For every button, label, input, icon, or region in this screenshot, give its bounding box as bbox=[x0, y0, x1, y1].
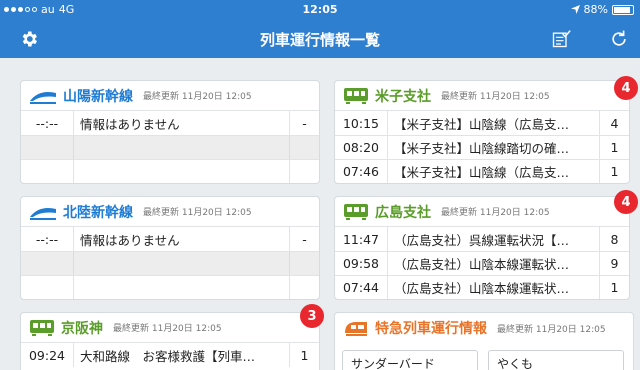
train-icon bbox=[344, 87, 368, 104]
info-table: 11:47 （広島支社）呉線運転状況【… 8 09:58 （広島支社）山陰本線運… bbox=[335, 227, 629, 299]
row-count: 4 bbox=[599, 111, 629, 135]
express-train-icon bbox=[345, 322, 367, 336]
table-row[interactable]: 09:24 大和路線 お客様救護【列車… 1 bbox=[21, 343, 319, 367]
row-text: （広島支社）呉線運転状況【… bbox=[387, 227, 599, 251]
table-row[interactable]: 07:44 （広島支社）山陰本線運転状… 1 bbox=[335, 275, 629, 299]
row-text: （広島支社）山陰本線運転状… bbox=[387, 252, 599, 275]
card-yonago[interactable]: 米子支社 最終更新 11月20日 12:05 10:15 【米子支社】山陰線（広… bbox=[334, 80, 630, 184]
status-bar: au 4G 12:05 88% bbox=[0, 0, 640, 20]
card-header: 山陽新幹線 最終更新 11月20日 12:05 bbox=[21, 81, 319, 111]
status-right: 88% bbox=[570, 3, 634, 16]
card-title: 特急列車運行情報 bbox=[375, 321, 487, 337]
row-time: --:-- bbox=[35, 231, 59, 247]
table-row[interactable]: 09:58 （広島支社）山陰本線運転状… 9 bbox=[335, 251, 629, 275]
table-row-empty bbox=[21, 251, 319, 275]
last-updated: 最終更新 11月20日 12:05 bbox=[113, 324, 222, 334]
row-count: 1 bbox=[599, 160, 629, 183]
card-sanyo[interactable]: 山陽新幹線 最終更新 11月20日 12:05 --:-- 情報はありません - bbox=[20, 80, 320, 184]
row-time: 09:24 bbox=[28, 347, 66, 363]
card-header: 米子支社 最終更新 11月20日 12:05 bbox=[335, 81, 629, 111]
last-updated: 最終更新 11月20日 12:05 bbox=[441, 92, 550, 102]
info-table: 09:24 大和路線 お客様救護【列車… 1 bbox=[21, 343, 319, 367]
row-text: 情報はありません bbox=[73, 111, 289, 135]
table-row[interactable]: 07:46 【米子支社】山陰線（広島支… 1 bbox=[335, 159, 629, 183]
table-row-empty bbox=[21, 135, 319, 159]
table-row[interactable]: --:-- 情報はありません - bbox=[21, 111, 319, 135]
express-item-thunderbird[interactable]: サンダーバード bbox=[342, 350, 478, 370]
row-text: 【米子支社】山陰線（広島支… bbox=[387, 160, 599, 183]
row-text: 【米子支社】山陰線（広島支… bbox=[387, 111, 599, 135]
status-time: 12:05 bbox=[302, 3, 338, 16]
table-row-empty bbox=[21, 275, 319, 299]
card-header: 特急列車運行情報 最終更新 11月20日 12:05 bbox=[335, 313, 633, 343]
card-hokuriku[interactable]: 北陸新幹線 最終更新 11月20日 12:05 --:-- 情報はありません - bbox=[20, 196, 320, 300]
train-icon bbox=[30, 319, 54, 336]
card-header: 広島支社 最終更新 11月20日 12:05 bbox=[335, 197, 629, 227]
row-text: （広島支社）山陰本線運転状… bbox=[387, 276, 599, 299]
row-count: 1 bbox=[599, 276, 629, 299]
card-title: 北陸新幹線 bbox=[63, 204, 133, 221]
checklist-icon[interactable] bbox=[548, 26, 574, 52]
row-time: 08:20 bbox=[342, 140, 380, 155]
row-time: 07:46 bbox=[342, 164, 380, 179]
shinkansen-icon bbox=[30, 207, 56, 220]
row-time: 11:47 bbox=[342, 231, 380, 247]
row-count: 1 bbox=[289, 343, 319, 367]
table-row[interactable]: 08:20 【米子支社】山陰線踏切の確… 1 bbox=[335, 135, 629, 159]
row-text: 情報はありません bbox=[73, 227, 289, 251]
notification-badge: 4 bbox=[614, 190, 638, 214]
card-header: 京阪神 最終更新 11月20日 12:05 bbox=[21, 313, 319, 343]
row-text: 大和路線 お客様救護【列車… bbox=[73, 343, 289, 367]
row-time: --:-- bbox=[35, 115, 59, 131]
notification-badge: 4 bbox=[614, 76, 638, 100]
info-table: 10:15 【米子支社】山陰線（広島支… 4 08:20 【米子支社】山陰線踏切… bbox=[335, 111, 629, 183]
row-time: 09:58 bbox=[342, 256, 380, 271]
table-row[interactable]: --:-- 情報はありません - bbox=[21, 227, 319, 251]
card-header: 北陸新幹線 最終更新 11月20日 12:05 bbox=[21, 197, 319, 227]
last-updated: 最終更新 11月20日 12:05 bbox=[143, 208, 252, 218]
row-time: 10:15 bbox=[342, 115, 380, 131]
battery-percent: 88% bbox=[583, 3, 608, 16]
card-title: 山陽新幹線 bbox=[63, 88, 133, 105]
table-row[interactable]: 10:15 【米子支社】山陰線（広島支… 4 bbox=[335, 111, 629, 135]
battery-icon bbox=[612, 4, 634, 15]
last-updated: 最終更新 11月20日 12:05 bbox=[143, 92, 252, 102]
last-updated: 最終更新 11月20日 12:05 bbox=[497, 324, 606, 335]
navbar: 列車運行情報一覧 bbox=[0, 20, 640, 58]
card-title: 広島支社 bbox=[375, 204, 431, 221]
row-count: 9 bbox=[599, 252, 629, 275]
train-icon bbox=[344, 203, 368, 220]
table-row-empty bbox=[21, 159, 319, 183]
info-table: --:-- 情報はありません - bbox=[21, 227, 319, 299]
shinkansen-icon bbox=[30, 91, 56, 104]
card-keihanshin[interactable]: 京阪神 最終更新 11月20日 12:05 09:24 大和路線 お客様救護【列… bbox=[20, 312, 320, 370]
card-title: 京阪神 bbox=[61, 320, 103, 337]
row-text: 【米子支社】山陰線踏切の確… bbox=[387, 136, 599, 159]
table-row[interactable]: 11:47 （広島支社）呉線運転状況【… 8 bbox=[335, 227, 629, 251]
row-count: - bbox=[289, 111, 319, 135]
express-item-yakumo[interactable]: やくも bbox=[488, 350, 624, 370]
row-count: - bbox=[289, 227, 319, 251]
row-count: 1 bbox=[599, 136, 629, 159]
page-title: 列車運行情報一覧 bbox=[259, 31, 380, 49]
card-hiroshima[interactable]: 広島支社 最終更新 11月20日 12:05 11:47 （広島支社）呉線運転状… bbox=[334, 196, 630, 300]
info-table: --:-- 情報はありません - bbox=[21, 111, 319, 183]
refresh-icon[interactable] bbox=[606, 26, 632, 52]
row-time: 07:44 bbox=[342, 280, 380, 295]
location-arrow-icon bbox=[570, 5, 580, 14]
row-count: 8 bbox=[599, 227, 629, 251]
last-updated: 最終更新 11月20日 12:05 bbox=[441, 208, 550, 218]
notification-badge: 3 bbox=[300, 304, 324, 328]
card-title: 米子支社 bbox=[375, 88, 431, 105]
